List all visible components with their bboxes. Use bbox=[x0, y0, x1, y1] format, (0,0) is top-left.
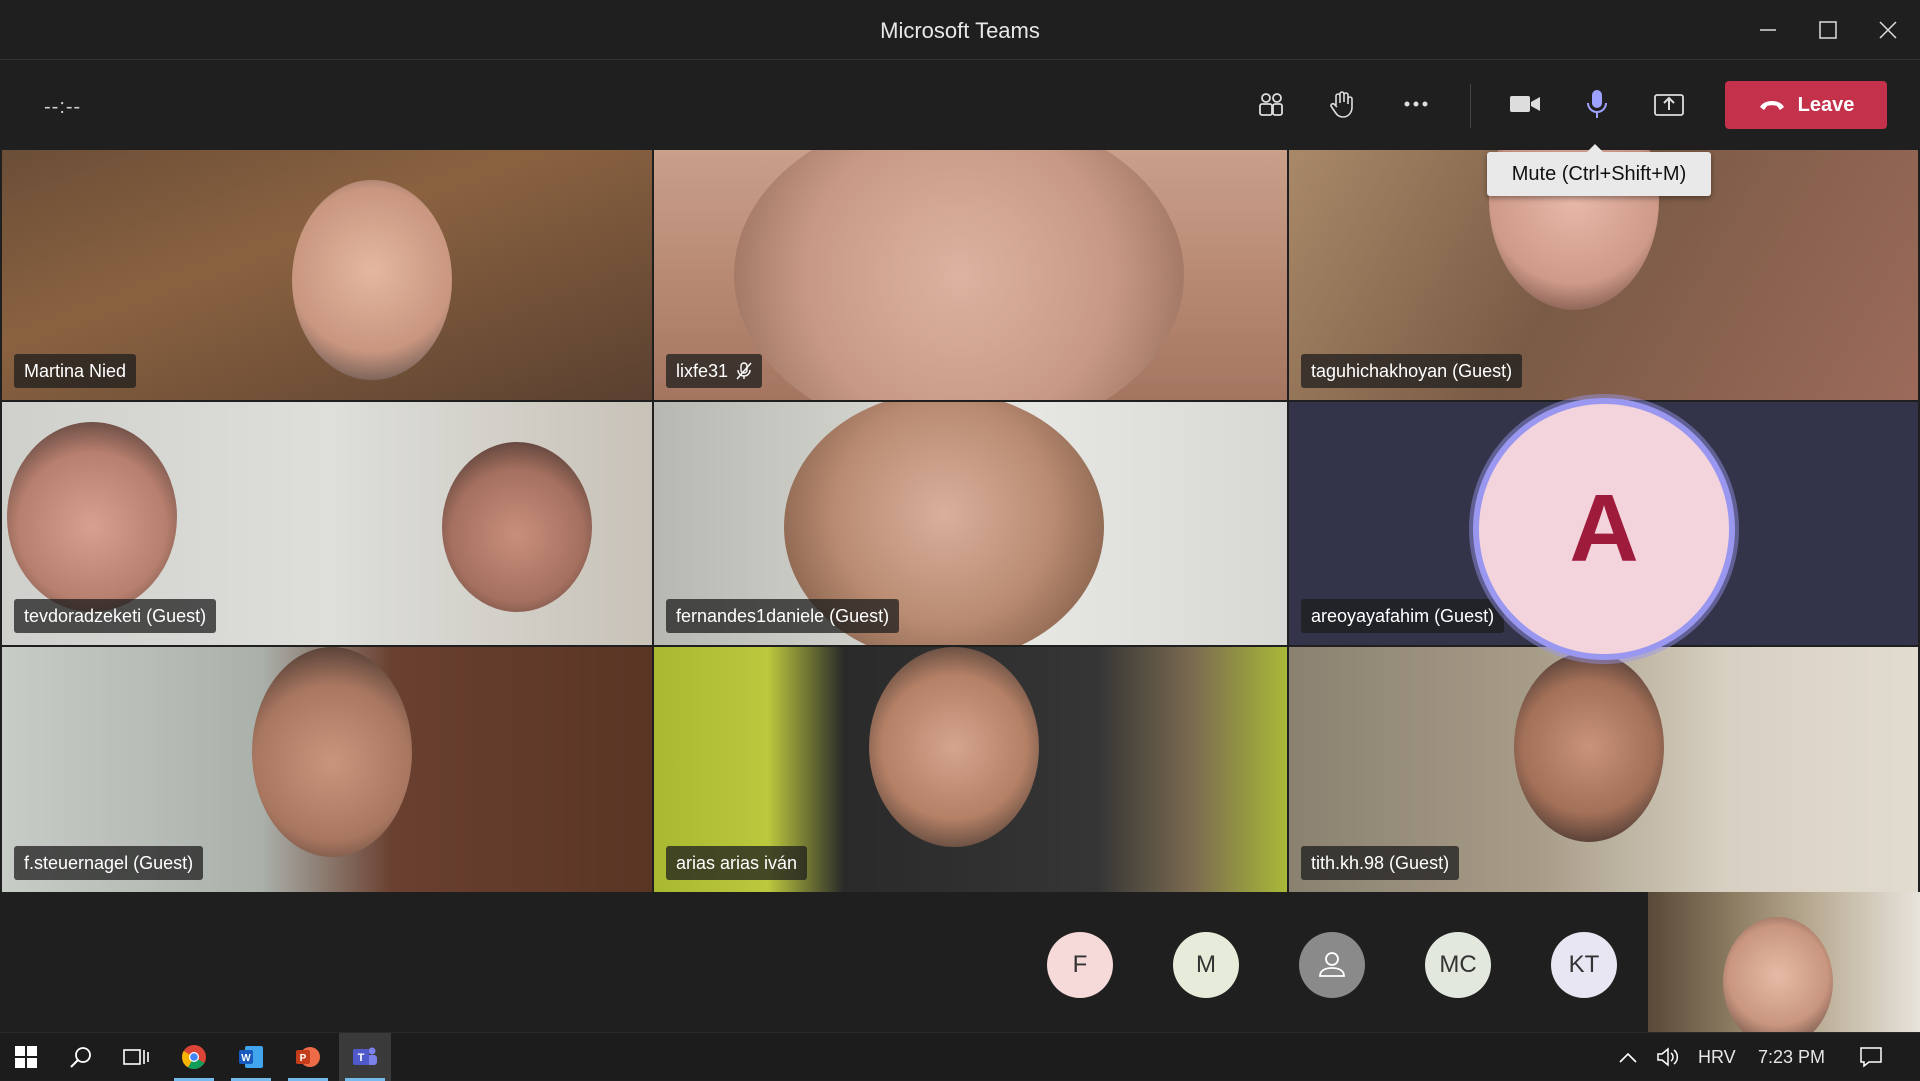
microphone-button[interactable] bbox=[1573, 80, 1621, 128]
chrome-icon bbox=[182, 1045, 206, 1070]
participant-video bbox=[292, 180, 452, 380]
svg-text:T: T bbox=[358, 1052, 365, 1064]
hand-icon bbox=[1330, 91, 1353, 118]
svg-text:W: W bbox=[241, 1053, 251, 1064]
task-view-icon bbox=[123, 1049, 149, 1065]
powerpoint-icon: P bbox=[296, 1047, 320, 1067]
taskbar-app-word[interactable]: W bbox=[225, 1033, 277, 1081]
video-grid: Martina Nied lixfe31 taguhichakhoyan (Gu… bbox=[2, 150, 1918, 892]
participant-name-tag: taguhichakhoyan (Guest) bbox=[1301, 354, 1523, 388]
overflow-participants: F M MC KT bbox=[0, 892, 1920, 1032]
search-icon bbox=[70, 1047, 91, 1068]
input-language[interactable]: HRV bbox=[1698, 1047, 1736, 1068]
volume-button[interactable] bbox=[1648, 1033, 1688, 1081]
video-tile[interactable]: Martina Nied bbox=[2, 150, 652, 400]
person-icon bbox=[1319, 952, 1345, 977]
leave-button[interactable]: Leave bbox=[1725, 81, 1887, 129]
camera-button[interactable] bbox=[1501, 80, 1549, 128]
share-icon bbox=[1654, 94, 1684, 116]
minimize-button[interactable] bbox=[1748, 10, 1788, 50]
video-tile[interactable]: arias arias iván bbox=[654, 647, 1287, 892]
participant-name-tag: areoyayafahim (Guest) bbox=[1301, 599, 1505, 633]
participant-video bbox=[252, 647, 412, 857]
mute-tooltip: Mute (Ctrl+Shift+M) bbox=[1487, 144, 1711, 196]
taskbar-app-teams[interactable]: T bbox=[339, 1033, 391, 1081]
clock[interactable]: 7:23 PM bbox=[1758, 1047, 1825, 1068]
participant-video bbox=[1514, 652, 1664, 842]
avatar[interactable]: M bbox=[1173, 932, 1239, 998]
participant-name-tag: tith.kh.98 (Guest) bbox=[1301, 846, 1460, 880]
participant-name-tag: tevdoradzeketi (Guest) bbox=[14, 599, 217, 633]
participant-name-tag: fernandes1daniele (Guest) bbox=[666, 599, 900, 633]
show-hidden-icons-button[interactable] bbox=[1608, 1033, 1648, 1081]
windows-icon bbox=[15, 1046, 37, 1068]
window-title: Microsoft Teams bbox=[880, 18, 1040, 43]
maximize-icon bbox=[1819, 21, 1837, 39]
title-bar: Microsoft Teams bbox=[0, 0, 1920, 60]
participants-button[interactable] bbox=[1247, 80, 1295, 128]
taskbar-app-chrome[interactable] bbox=[168, 1033, 220, 1081]
svg-text:P: P bbox=[300, 1053, 307, 1064]
chevron-up-icon bbox=[1619, 1052, 1637, 1063]
participants-icon bbox=[1259, 93, 1283, 116]
avatar[interactable]: KT bbox=[1551, 932, 1617, 998]
participant-name-tag: Martina Nied bbox=[14, 354, 137, 388]
call-timer: --:-- bbox=[44, 96, 82, 118]
call-toolbar: --:-- Leave bbox=[0, 60, 1920, 150]
teams-icon: T bbox=[353, 1047, 377, 1065]
notification-icon bbox=[1860, 1047, 1882, 1068]
camera-icon bbox=[1510, 96, 1540, 112]
participant-name-tag: arias arias iván bbox=[666, 846, 808, 880]
participant-video bbox=[869, 647, 1039, 847]
taskbar: W P T HRV 7:23 PM bbox=[0, 1032, 1920, 1081]
more-icon bbox=[1404, 101, 1428, 107]
leave-label: Leave bbox=[1797, 93, 1855, 116]
close-button[interactable] bbox=[1868, 10, 1908, 50]
muted-mic-icon bbox=[736, 362, 752, 380]
participant-video bbox=[7, 422, 177, 612]
self-view-video[interactable] bbox=[1648, 892, 1920, 1032]
task-view-button[interactable] bbox=[110, 1033, 162, 1081]
toolbar-divider bbox=[1470, 84, 1471, 128]
video-tile[interactable]: fernandes1daniele (Guest) bbox=[654, 402, 1287, 645]
participant-name-tag: lixfe31 bbox=[666, 354, 763, 388]
taskbar-app-powerpoint[interactable]: P bbox=[282, 1033, 334, 1081]
more-actions-button[interactable] bbox=[1392, 80, 1440, 128]
video-tile[interactable]: lixfe31 bbox=[654, 150, 1287, 400]
participant-avatar: A bbox=[1473, 398, 1735, 660]
participant-video bbox=[734, 150, 1184, 400]
avatar[interactable]: F bbox=[1047, 932, 1113, 998]
share-screen-button[interactable] bbox=[1645, 80, 1693, 128]
word-icon: W bbox=[239, 1046, 263, 1068]
raise-hand-button[interactable] bbox=[1318, 80, 1366, 128]
start-button[interactable] bbox=[0, 1033, 52, 1081]
search-button[interactable] bbox=[55, 1033, 107, 1081]
notifications-button[interactable] bbox=[1846, 1033, 1896, 1081]
microphone-icon bbox=[1587, 90, 1607, 118]
avatar[interactable]: MC bbox=[1425, 932, 1491, 998]
minimize-icon bbox=[1760, 29, 1776, 31]
avatar[interactable] bbox=[1299, 932, 1365, 998]
participant-video bbox=[442, 442, 592, 612]
maximize-button[interactable] bbox=[1808, 10, 1848, 50]
video-tile[interactable]: f.steuernagel (Guest) bbox=[2, 647, 652, 892]
video-tile[interactable]: tith.kh.98 (Guest) bbox=[1289, 647, 1918, 892]
hang-up-icon bbox=[1759, 101, 1784, 110]
close-icon bbox=[1879, 21, 1897, 39]
volume-icon bbox=[1657, 1047, 1679, 1067]
video-tile[interactable]: tevdoradzeketi (Guest) bbox=[2, 402, 652, 645]
participant-name-tag: f.steuernagel (Guest) bbox=[14, 846, 204, 880]
